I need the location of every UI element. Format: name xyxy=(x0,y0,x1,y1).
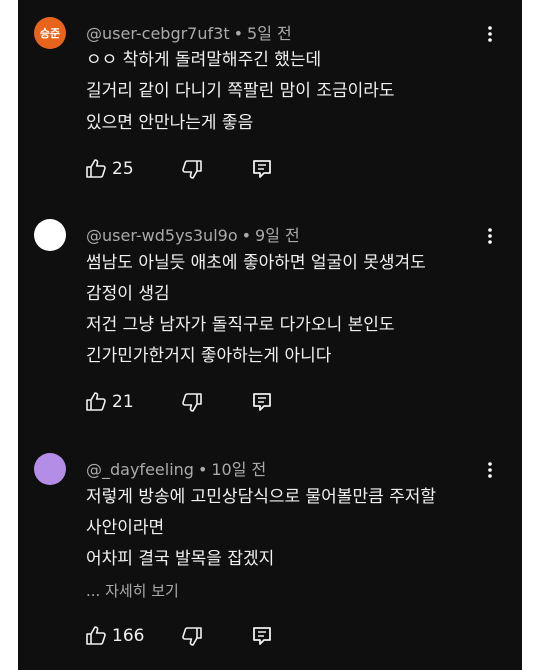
like-count: 25 xyxy=(112,159,134,179)
thumbs-down-icon[interactable] xyxy=(180,390,204,414)
comment-text-line: 저렇게 방송에 고민상담식으로 물어볼만큼 주저할 xyxy=(86,487,437,507)
avatar[interactable] xyxy=(34,219,66,251)
comment-header: @_dayfeeling • 10일 전 xyxy=(86,456,266,480)
comment-actions: 25 xyxy=(84,157,284,183)
comment-author[interactable]: @_dayfeeling xyxy=(86,460,194,479)
reply-icon[interactable] xyxy=(250,624,274,648)
thumbs-up-icon[interactable] xyxy=(84,390,108,414)
read-more-link[interactable]: ... 자세히 보기 xyxy=(86,580,179,601)
comment-text-line: 사안이라면 xyxy=(86,518,165,538)
thumbs-down-icon[interactable] xyxy=(180,624,204,648)
like-count: 166 xyxy=(112,626,145,646)
separator-dot: • xyxy=(233,24,244,43)
thumbs-up-icon[interactable] xyxy=(84,157,108,181)
separator-dot: • xyxy=(241,226,252,245)
thumbs-up-icon[interactable] xyxy=(84,624,108,648)
comment-time[interactable]: 5일 전 xyxy=(247,24,292,43)
like-count: 21 xyxy=(112,392,134,412)
comment-time[interactable]: 10일 전 xyxy=(211,460,266,479)
thumbs-down-icon[interactable] xyxy=(180,157,204,181)
comment-text-line: 길거리 같이 다니기 쪽팔린 맘이 조금이라도 xyxy=(86,81,395,101)
comment-text-line: 어차피 결국 발목을 잡겠지 xyxy=(86,549,275,569)
comment-text-line: 썸남도 아닐듯 애초에 좋아하면 얼굴이 못생겨도 xyxy=(86,253,426,273)
more-vert-icon[interactable] xyxy=(478,224,502,248)
comment-text-line: 긴가민가한거지 좋아하는게 아니다 xyxy=(86,346,332,366)
more-vert-icon[interactable] xyxy=(478,458,502,482)
comment-text-line: 있으면 안만나는게 좋음 xyxy=(86,113,254,133)
comment-header: @user-wd5ys3ul9o • 9일 전 xyxy=(86,222,300,246)
reply-icon[interactable] xyxy=(250,157,274,181)
avatar-initials: 승준 xyxy=(39,27,61,40)
separator-dot: • xyxy=(197,460,208,479)
comment-text-line: 감정이 생김 xyxy=(86,284,170,304)
comment-author[interactable]: @user-wd5ys3ul9o xyxy=(86,226,238,245)
comment-text-line: 저건 그냥 남자가 돌직구로 다가오니 본인도 xyxy=(86,315,395,335)
comment-actions: 166 xyxy=(84,624,284,650)
comment-header: @user-cebgr7uf3t • 5일 전 xyxy=(86,20,292,44)
comment-author[interactable]: @user-cebgr7uf3t xyxy=(86,24,230,43)
more-vert-icon[interactable] xyxy=(478,22,502,46)
avatar[interactable] xyxy=(34,453,66,485)
comment-time[interactable]: 9일 전 xyxy=(255,226,300,245)
comments-panel: 승준 @user-cebgr7uf3t • 5일 전 ㅇㅇ 착하게 돌려말해주긴 했… xyxy=(18,0,522,670)
reply-icon[interactable] xyxy=(250,390,274,414)
comment-text-line: ㅇㅇ 착하게 돌려말해주긴 했는데 xyxy=(86,50,322,70)
comment-actions: 21 xyxy=(84,390,284,416)
avatar[interactable]: 승준 xyxy=(34,17,66,49)
